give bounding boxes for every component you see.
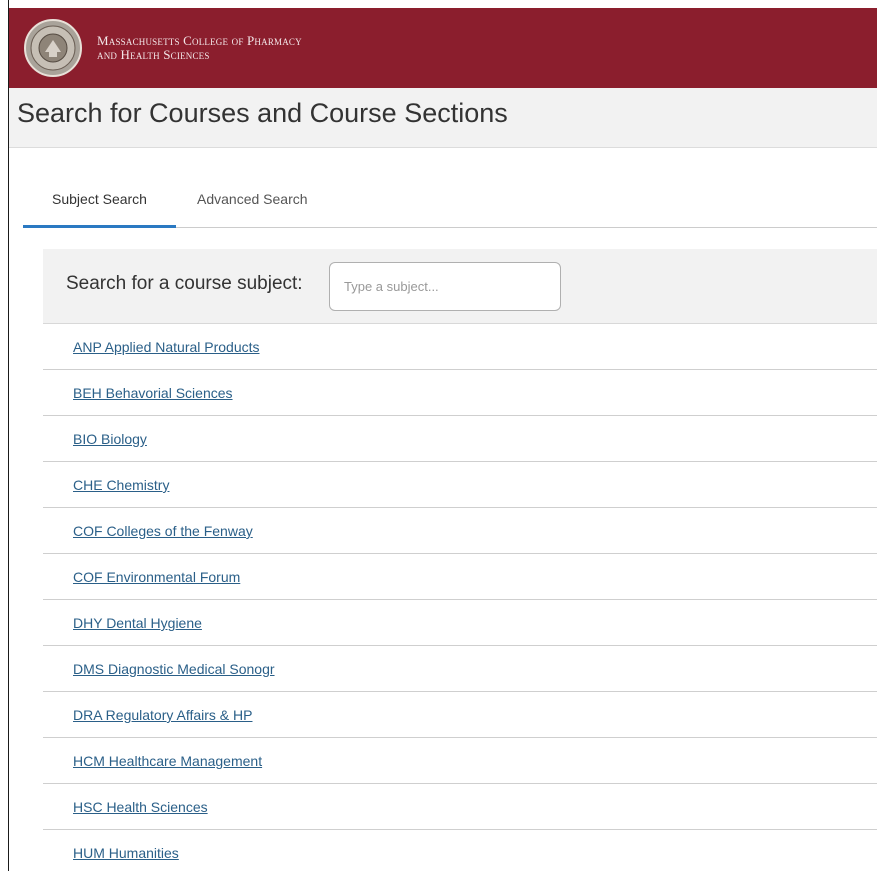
college-name-logo[interactable]: Massachusetts College of Pharmacy and He…	[97, 34, 302, 62]
subject-list-item: DMS Diagnostic Medical Sonogr	[43, 646, 877, 692]
subject-list-item: COF Environmental Forum	[43, 554, 877, 600]
subject-link[interactable]: CHE Chemistry	[73, 477, 169, 493]
subject-link[interactable]: DRA Regulatory Affairs & HP	[73, 707, 252, 723]
subject-search-bar: Search for a course subject:	[43, 249, 877, 324]
tab-subject-search[interactable]: Subject Search	[23, 180, 176, 228]
subject-search-panel: Search for a course subject: ANP Applied…	[43, 249, 877, 871]
subject-list: ANP Applied Natural Products BEH Behavor…	[43, 324, 877, 871]
subject-link[interactable]: BIO Biology	[73, 431, 147, 447]
subject-list-item: BIO Biology	[43, 416, 877, 462]
college-name-line2: and Health Sciences	[97, 47, 210, 62]
subject-link[interactable]: BEH Behavorial Sciences	[73, 385, 233, 401]
tab-advanced-search[interactable]: Advanced Search	[197, 180, 357, 228]
subject-list-item: DRA Regulatory Affairs & HP	[43, 692, 877, 738]
page-title: Search for Courses and Course Sections	[17, 98, 508, 128]
subject-list-item: CHE Chemistry	[43, 462, 877, 508]
subject-link[interactable]: HUM Humanities	[73, 845, 179, 861]
college-seal-icon[interactable]	[23, 18, 83, 78]
subject-link[interactable]: DMS Diagnostic Medical Sonogr	[73, 661, 275, 677]
subject-link[interactable]: COF Environmental Forum	[73, 569, 240, 585]
subject-list-item: DHY Dental Hygiene	[43, 600, 877, 646]
header-banner: Massachusetts College of Pharmacy and He…	[9, 8, 877, 88]
page-title-bar: Search for Courses and Course Sections	[9, 88, 877, 148]
subject-list-item: BEH Behavorial Sciences	[43, 370, 877, 416]
subject-list-item: ANP Applied Natural Products	[43, 324, 877, 370]
browser-frame: Massachusetts College of Pharmacy and He…	[8, 0, 877, 871]
subject-search-label: Search for a course subject:	[66, 273, 303, 294]
subject-link[interactable]: COF Colleges of the Fenway	[73, 523, 253, 539]
subject-list-item: HSC Health Sciences	[43, 784, 877, 830]
subject-list-item: COF Colleges of the Fenway	[43, 508, 877, 554]
top-strip	[9, 0, 877, 8]
college-name-line1: Massachusetts College of Pharmacy	[97, 33, 302, 48]
subject-link[interactable]: DHY Dental Hygiene	[73, 615, 202, 631]
subject-link[interactable]: ANP Applied Natural Products	[73, 339, 260, 355]
search-tabs: Subject Search Advanced Search	[23, 180, 877, 228]
subject-list-item: HUM Humanities	[43, 830, 877, 871]
subject-search-input[interactable]	[329, 262, 561, 311]
subject-link[interactable]: HSC Health Sciences	[73, 799, 208, 815]
subject-link[interactable]: HCM Healthcare Management	[73, 753, 262, 769]
subject-list-item: HCM Healthcare Management	[43, 738, 877, 784]
